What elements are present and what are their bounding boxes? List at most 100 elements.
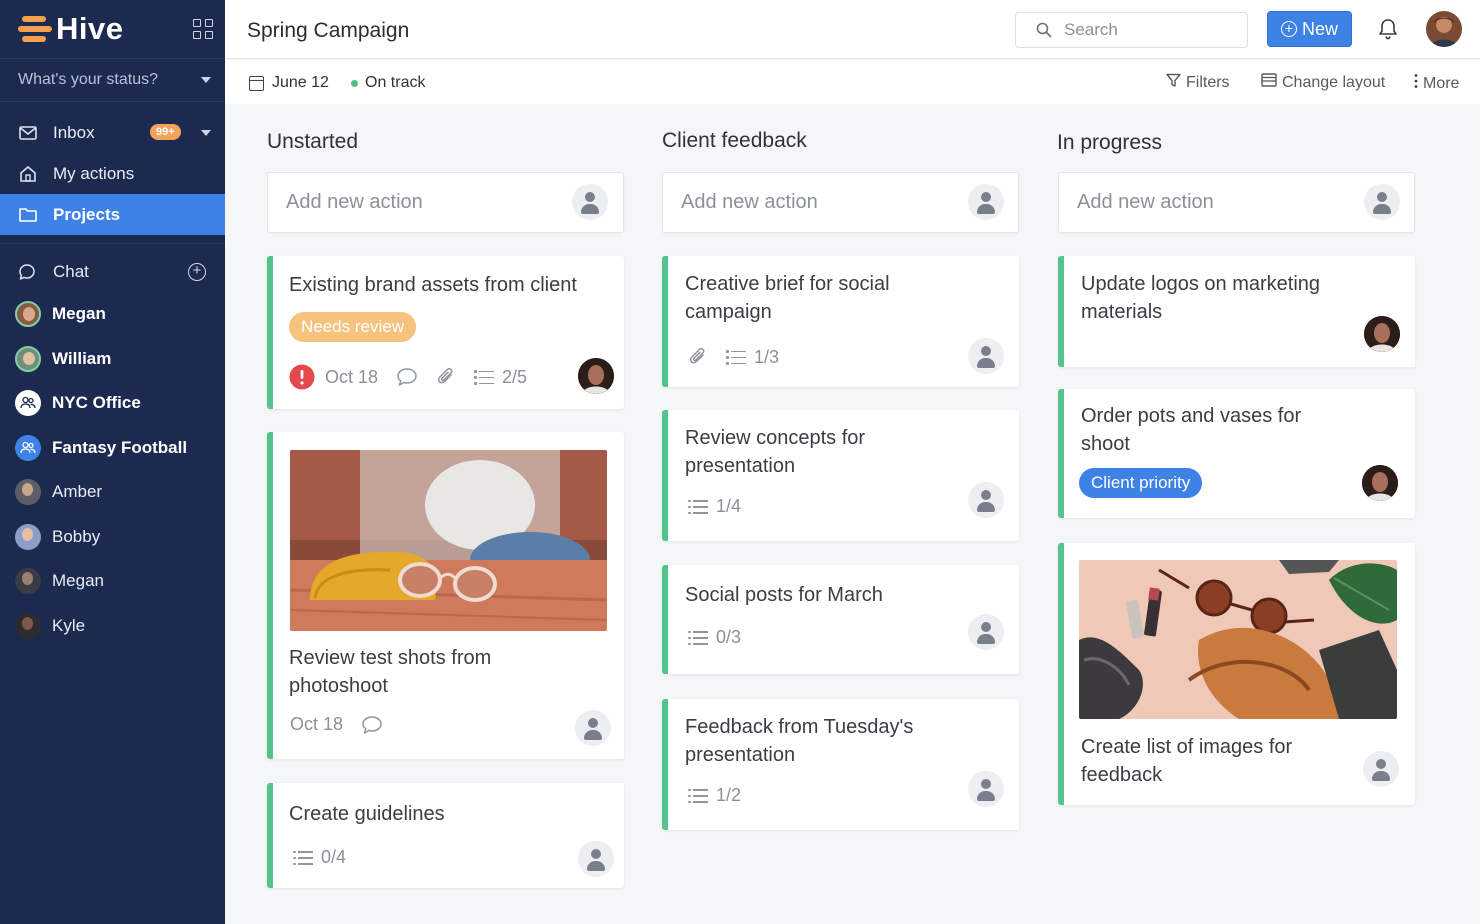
checklist-progress: 2/5 [502, 366, 528, 387]
action-card[interactable]: Review concepts for presentation 1/4 [662, 410, 1019, 541]
card-title: Create guidelines [289, 803, 445, 825]
checklist: 0/3 [688, 627, 741, 648]
checklist-progress: 0/3 [716, 627, 742, 647]
assignee-placeholder-icon[interactable] [1364, 184, 1400, 220]
chat-item[interactable]: Amber [0, 470, 225, 515]
action-card[interactable]: Create list of images for feedback [1058, 543, 1415, 805]
chevron-down-icon[interactable] [201, 130, 211, 136]
checklist-icon [688, 630, 708, 645]
assignee-placeholder-icon[interactable] [968, 771, 1004, 807]
add-action-placeholder: Add new action [1077, 191, 1214, 213]
assignee-placeholder-icon[interactable] [572, 184, 608, 220]
client-priority-tag[interactable]: Client priority [1079, 468, 1203, 498]
checklist-progress: 1/3 [754, 346, 780, 367]
hive-logo-icon[interactable] [18, 16, 52, 42]
more-button[interactable]: More [1414, 73, 1459, 94]
chat-item[interactable]: Megan [0, 292, 225, 337]
filters-button[interactable]: Filters [1166, 73, 1230, 93]
app-name: Hive [56, 11, 124, 46]
apps-grid-icon[interactable] [193, 19, 213, 39]
assignee-placeholder-icon[interactable] [968, 338, 1004, 374]
action-card[interactable]: Feedback from Tuesday's presentation 1/2 [662, 699, 1019, 830]
chat-item[interactable]: Kyle [0, 604, 225, 649]
avatar [15, 612, 41, 639]
chat-list: Megan William NYC Office Fantasy Footbal… [0, 292, 225, 648]
add-action-input[interactable]: Add new action [267, 172, 624, 233]
column-title: Client feedback [662, 129, 807, 152]
checklist-icon [293, 850, 313, 865]
chat-item-name: Bobby [52, 526, 101, 546]
chat-item[interactable]: Bobby [0, 515, 225, 560]
project-date[interactable]: June 12 [249, 74, 329, 92]
checklist: 1/2 [688, 785, 741, 806]
plus-icon: + [1280, 21, 1297, 37]
folder-icon [18, 205, 38, 225]
assignee-avatar[interactable] [1364, 316, 1400, 352]
sidebar-item-label: Projects [53, 204, 121, 224]
action-card[interactable]: Review test shots from photoshoot Oct 18 [267, 432, 624, 759]
avatar [15, 479, 41, 506]
add-action-input[interactable]: Add new action [662, 172, 1019, 233]
status-selector[interactable]: What's your status? [0, 59, 225, 102]
project-status[interactable]: On track [351, 74, 425, 92]
sidebar-item-label: Inbox [53, 122, 95, 142]
sidebar-item-projects[interactable]: Projects [0, 194, 225, 235]
card-title: Order pots and vases for shoot [1081, 405, 1302, 455]
chat-item[interactable]: Fantasy Football [0, 426, 225, 471]
chat-label: Chat [53, 262, 89, 281]
group-icon [15, 434, 41, 461]
due-date: Oct 18 [290, 714, 344, 734]
filter-icon [1166, 73, 1181, 93]
search-icon [1036, 22, 1052, 38]
attachment-icon [436, 366, 456, 388]
assignee-placeholder-icon[interactable] [968, 482, 1004, 518]
overdue-icon [289, 364, 315, 390]
card-title: Update logos on marketing materials [1081, 273, 1321, 323]
action-card[interactable]: Social posts for March 0/3 [662, 565, 1019, 674]
assignee-avatar[interactable] [1362, 465, 1398, 501]
assignee-avatar[interactable] [578, 358, 614, 394]
user-avatar[interactable] [1426, 11, 1462, 47]
card-title: Existing brand assets from client [289, 274, 577, 296]
sunglasses-photo[interactable] [290, 450, 607, 631]
action-card[interactable]: Update logos on marketing materials [1058, 256, 1415, 367]
search-input[interactable]: Search [1015, 12, 1248, 48]
bell-icon[interactable] [1377, 17, 1399, 41]
chat-item[interactable]: William [0, 337, 225, 382]
card-meta: 1/2 [688, 785, 759, 806]
card-meta: 0/3 [688, 627, 759, 648]
card-meta: Oct 18 [290, 714, 401, 735]
sidebar-item-inbox[interactable]: Inbox 99+ [0, 112, 225, 153]
action-card[interactable]: Create guidelines 0/4 [267, 783, 624, 888]
action-card[interactable]: Creative brief for social campaign 1/3 [662, 256, 1019, 387]
add-action-placeholder: Add new action [286, 191, 423, 213]
column-title: In progress [1057, 131, 1163, 154]
needs-review-tag[interactable]: Needs review [289, 312, 416, 342]
assignee-placeholder-icon[interactable] [578, 841, 614, 877]
change-layout-button[interactable]: Change layout [1261, 73, 1385, 92]
calendar-icon [249, 75, 264, 91]
sidebar-item-label: My actions [53, 163, 135, 183]
project-date-label: June 12 [272, 74, 329, 91]
action-card[interactable]: Existing brand assets from client Needs … [267, 256, 624, 409]
assignee-placeholder-icon[interactable] [1363, 751, 1399, 787]
sidebar-item-chat[interactable]: Chat + [0, 252, 225, 292]
column-title: Unstarted [267, 130, 359, 153]
card-meta: 0/4 [293, 847, 364, 868]
checklist-icon [688, 788, 708, 803]
add-action-input[interactable]: Add new action [1058, 172, 1415, 233]
more-label: More [1423, 74, 1460, 92]
chat-item[interactable]: Megan [0, 559, 225, 604]
chat-item[interactable]: NYC Office [0, 381, 225, 426]
card-title: Creative brief for social campaign [685, 273, 890, 323]
flatlay-photo[interactable] [1079, 560, 1397, 719]
assignee-placeholder-icon[interactable] [968, 184, 1004, 220]
assignee-placeholder-icon[interactable] [968, 614, 1004, 650]
comment-icon [361, 715, 383, 735]
action-card[interactable]: Order pots and vases for shoot Client pr… [1058, 389, 1415, 518]
sidebar-item-my-actions[interactable]: My actions [0, 153, 225, 194]
assignee-placeholder-icon[interactable] [575, 710, 611, 746]
new-button[interactable]: + New [1267, 11, 1352, 47]
main-nav: Inbox 99+ My actions Projects [0, 112, 225, 235]
add-chat-icon[interactable]: + [188, 263, 206, 281]
